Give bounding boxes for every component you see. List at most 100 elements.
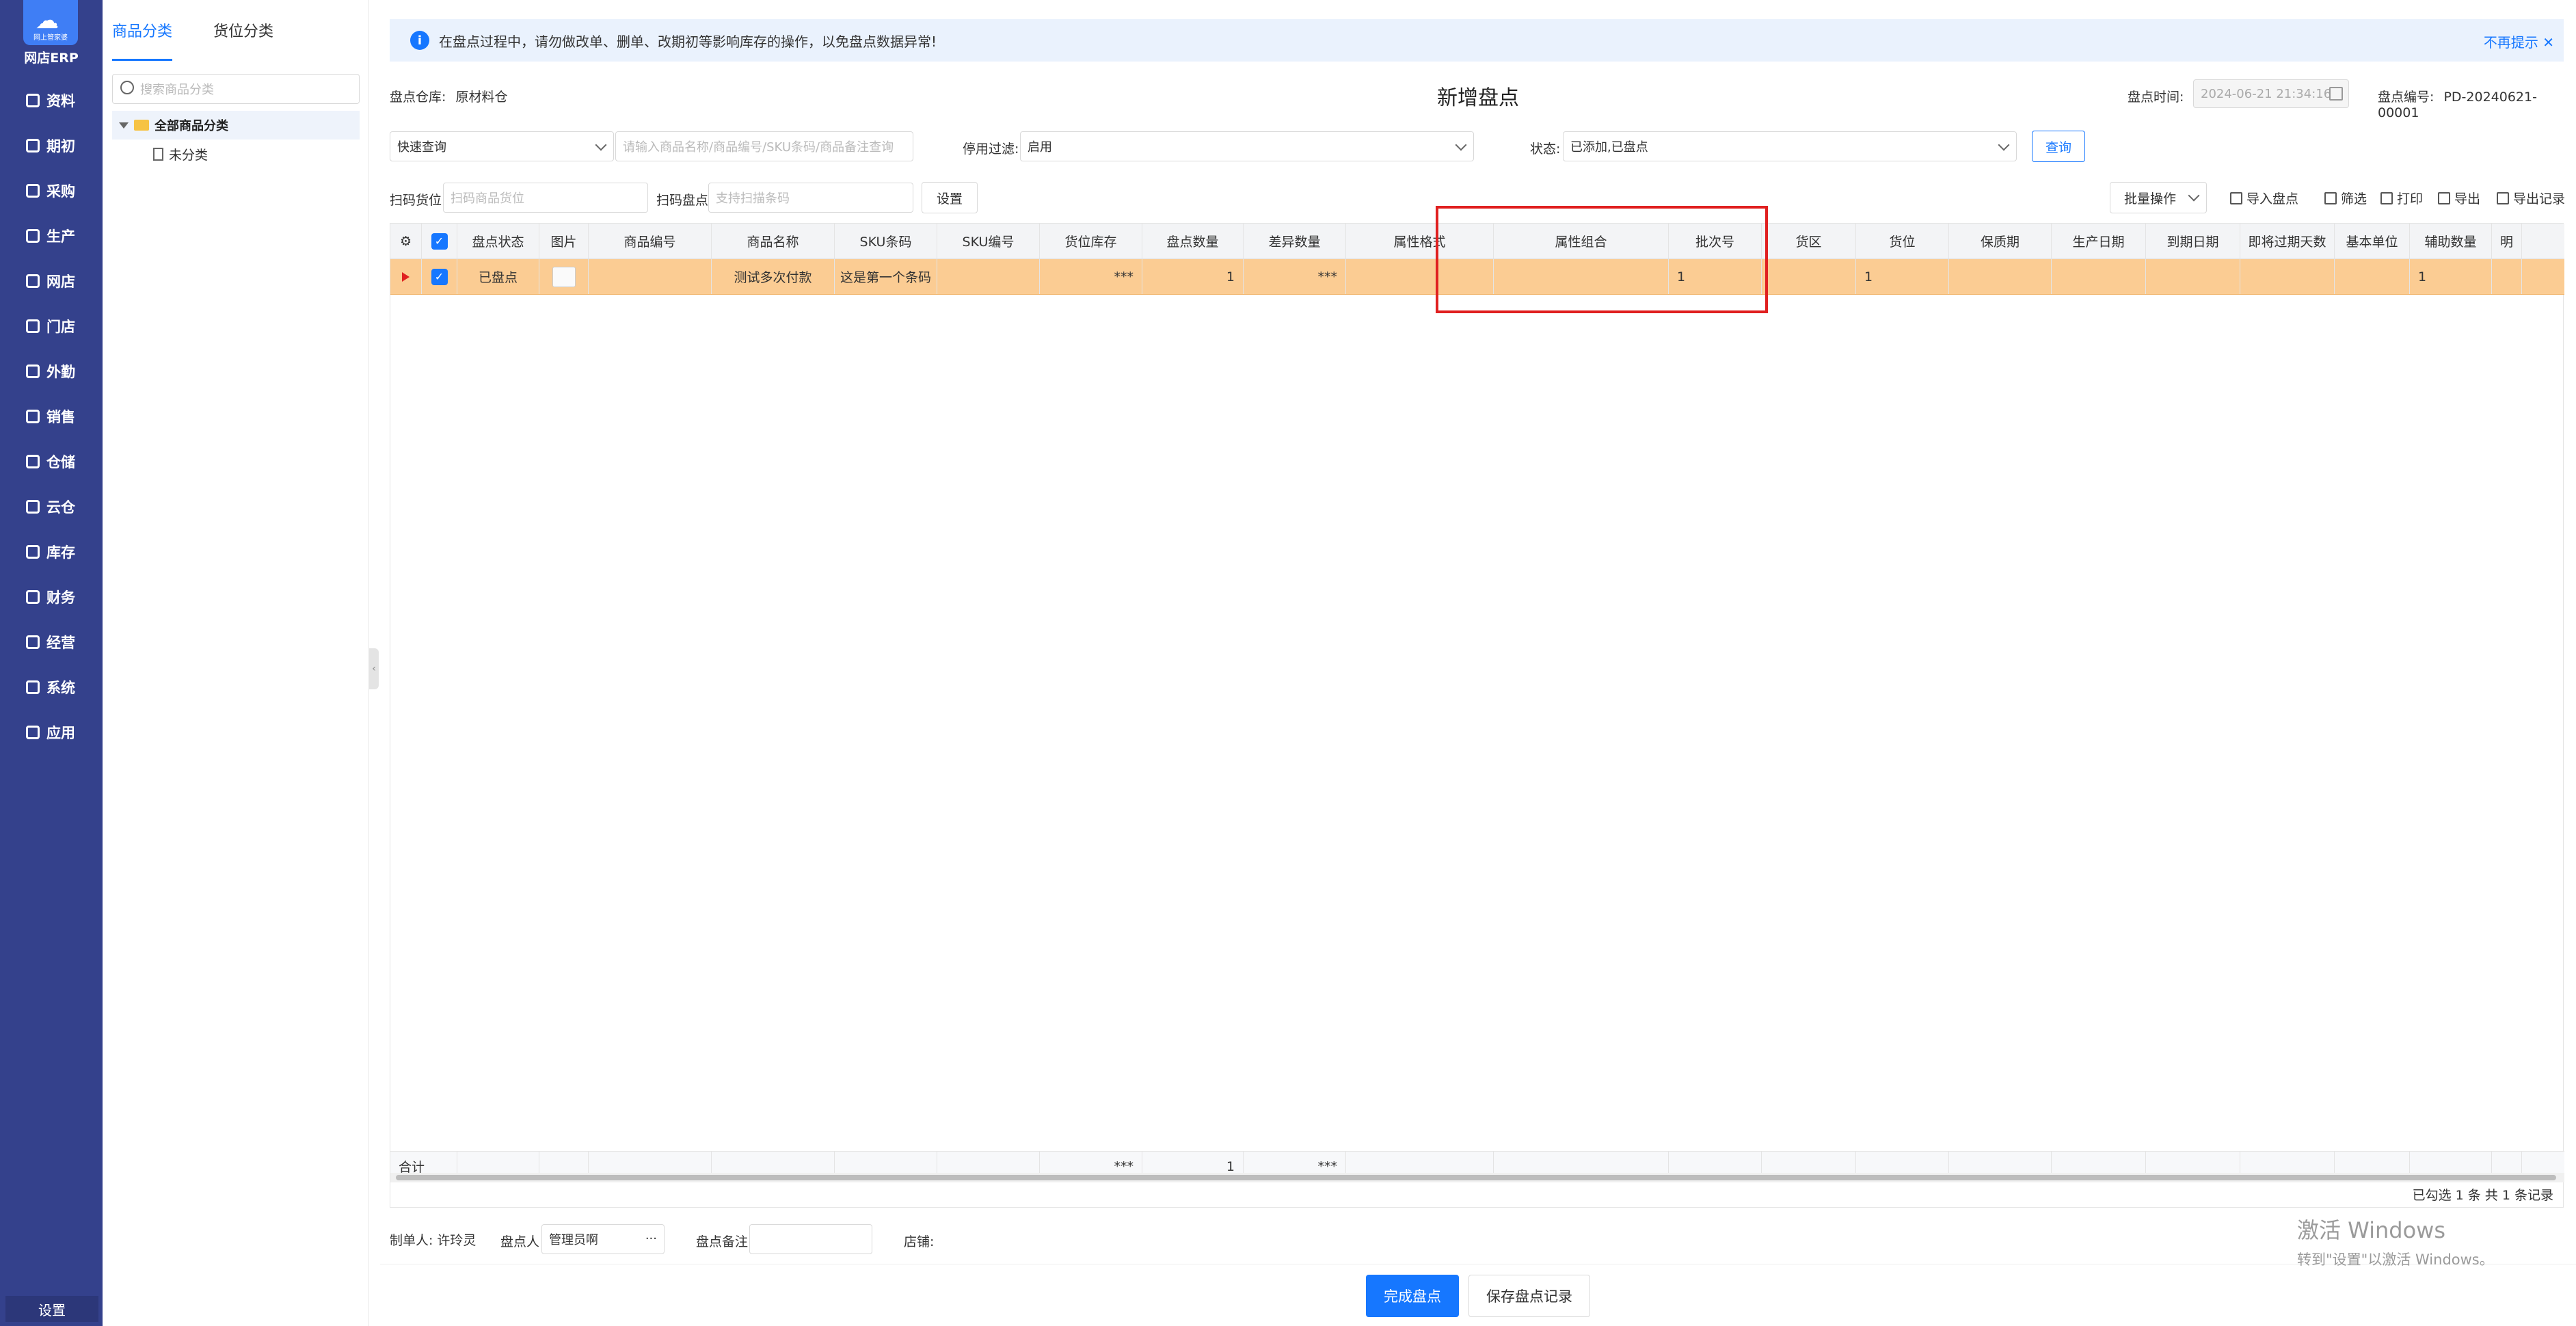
filter-button[interactable]: 筛选 — [2324, 189, 2367, 207]
query-button[interactable]: 查询 — [2032, 131, 2085, 162]
export-button[interactable]: 导出 — [2438, 189, 2480, 207]
calendar-icon — [2329, 87, 2343, 101]
column-header[interactable]: 生产日期 — [2052, 224, 2146, 258]
counter-input[interactable]: 管理员啊 ··· — [541, 1224, 665, 1254]
column-header[interactable]: 货位库存 — [1040, 224, 1142, 258]
chevron-down-icon — [2188, 189, 2200, 202]
sidebar-item-8[interactable]: 仓储 — [0, 446, 103, 477]
tab-product-category[interactable]: 商品分类 — [112, 19, 173, 61]
cell-produce-date[interactable] — [2052, 259, 2146, 294]
cell-aux-qty[interactable]: 1 — [2410, 259, 2492, 294]
sidebar-item-13[interactable]: 系统 — [0, 672, 103, 703]
cell-image[interactable] — [539, 259, 589, 294]
scrollbar-thumb[interactable] — [396, 1175, 2556, 1180]
batch-operation-dropdown[interactable]: 批量操作 — [2110, 182, 2207, 213]
column-header[interactable]: 保质期 — [1949, 224, 2052, 258]
sidebar-item-14[interactable]: 应用 — [0, 717, 103, 748]
info-icon: i — [410, 31, 429, 50]
column-header[interactable]: 货区 — [1762, 224, 1856, 258]
sidebar-item-0[interactable]: 资料 — [0, 85, 103, 116]
sidebar-item-6[interactable]: 外勤 — [0, 356, 103, 387]
cell-location[interactable]: 1 — [1856, 259, 1949, 294]
status-select[interactable]: 已添加,已盘点 — [1563, 131, 2017, 161]
column-header[interactable]: 货位 — [1856, 224, 1949, 258]
field-icon — [26, 364, 40, 378]
cell-count-qty[interactable]: 1 — [1142, 259, 1244, 294]
image-placeholder-icon[interactable] — [552, 266, 576, 287]
sidebar-item-11[interactable]: 财务 — [0, 581, 103, 613]
cell-base-unit[interactable] — [2335, 259, 2410, 294]
tab-location-category[interactable]: 货位分类 — [213, 19, 273, 61]
column-header[interactable]: 基本单位 — [2335, 224, 2410, 258]
cell-location-stock[interactable]: *** — [1040, 259, 1142, 294]
caret-down-icon[interactable] — [119, 122, 129, 129]
sidebar-item-4[interactable]: 网店 — [0, 265, 103, 297]
column-header[interactable]: 盘点数量 — [1142, 224, 1244, 258]
tree-node-all-categories[interactable]: 全部商品分类 — [112, 111, 360, 140]
cell-sku-code[interactable] — [937, 259, 1040, 294]
column-header[interactable]: 商品名称 — [712, 224, 835, 258]
export-records-button[interactable]: 导出记录 — [2497, 189, 2565, 207]
export-label: 导出 — [2454, 191, 2481, 207]
sidebar-settings-button[interactable]: 设置 — [5, 1296, 98, 1322]
cell-diff-qty[interactable]: *** — [1244, 259, 1346, 294]
cell-shelf-life[interactable] — [1949, 259, 2052, 294]
column-settings-gear-icon[interactable]: ⚙ — [390, 224, 422, 258]
cell-extra[interactable] — [2492, 259, 2522, 294]
tree-node-uncategorized[interactable]: 未分类 — [153, 145, 208, 163]
cell-expire-days[interactable] — [2240, 259, 2335, 294]
app-logo[interactable]: ☁ 网上管家婆 — [23, 0, 78, 45]
sidebar-item-9[interactable]: 云仓 — [0, 491, 103, 522]
checkbox-checked-icon[interactable]: ✓ — [431, 233, 448, 250]
horizontal-scrollbar[interactable] — [390, 1173, 2564, 1182]
app-name: 网店ERP — [24, 51, 79, 66]
column-header[interactable]: SKU编号 — [937, 224, 1040, 258]
product-search-input[interactable]: 请输入商品名称/商品编号/SKU条码/商品备注查询 — [615, 131, 913, 161]
sidebar-item-3[interactable]: 生产 — [0, 220, 103, 252]
save-count-record-button[interactable]: 保存盘点记录 — [1468, 1275, 1590, 1317]
column-header[interactable]: 商品编号 — [589, 224, 712, 258]
counter-label: 盘点人 — [500, 1234, 540, 1249]
column-header[interactable]: 图片 — [539, 224, 589, 258]
complete-count-button[interactable]: 完成盘点 — [1366, 1275, 1459, 1317]
cell-expire-date[interactable] — [2146, 259, 2240, 294]
quick-query-value: 快速查询 — [397, 140, 446, 155]
scan-settings-button[interactable]: 设置 — [922, 182, 978, 213]
more-icon[interactable]: ··· — [645, 1232, 657, 1246]
sidebar-item-label: 库存 — [46, 544, 75, 561]
sidebar-item-1[interactable]: 期初 — [0, 130, 103, 161]
column-header[interactable]: 明 — [2492, 224, 2522, 258]
sidebar-item-12[interactable]: 经营 — [0, 626, 103, 658]
sidebar-item-2[interactable]: 采购 — [0, 175, 103, 207]
column-header[interactable]: 到期日期 — [2146, 224, 2240, 258]
import-count-button[interactable]: 导入盘点 — [2230, 189, 2298, 207]
quick-query-select[interactable]: 快速查询 — [390, 131, 614, 161]
checkbox-checked-icon[interactable]: ✓ — [431, 268, 448, 285]
column-header[interactable]: SKU条码 — [835, 224, 937, 258]
category-search-input[interactable]: 搜索商品分类 — [112, 74, 360, 104]
disable-filter-select[interactable]: 启用 — [1020, 131, 1474, 161]
sidebar-item-10[interactable]: 库存 — [0, 536, 103, 568]
sidebar-item-7[interactable]: 销售 — [0, 401, 103, 432]
print-button[interactable]: 打印 — [2380, 189, 2423, 207]
cell-zone[interactable] — [1762, 259, 1856, 294]
remark-input[interactable] — [749, 1224, 872, 1254]
row-checkbox[interactable]: ✓ — [422, 259, 457, 294]
column-header[interactable]: 即将过期天数 — [2240, 224, 2335, 258]
windows-activation-watermark: 激活 Windows 转到"设置"以激活 Windows。 — [2297, 1213, 2494, 1269]
panel-collapse-handle[interactable]: ‹ — [369, 648, 379, 689]
cell-product-code[interactable] — [589, 259, 712, 294]
shop-icon — [26, 274, 40, 288]
cell-status[interactable]: 已盘点 — [457, 259, 539, 294]
cell-product-name[interactable]: 测试多次付款 — [712, 259, 835, 294]
column-header[interactable]: 盘点状态 — [457, 224, 539, 258]
column-header[interactable]: 辅助数量 — [2410, 224, 2492, 258]
scan-count-input[interactable]: 支持扫描条码 — [708, 183, 913, 213]
notice-dismiss-button[interactable]: 不再提示 ✕ — [2484, 31, 2554, 51]
filter-label: 筛选 — [2341, 191, 2367, 207]
scan-location-input[interactable]: 扫码商品货位 — [443, 183, 648, 213]
sidebar-item-5[interactable]: 门店 — [0, 310, 103, 342]
cell-sku-barcode[interactable]: 这是第一个条码 — [835, 259, 937, 294]
select-all-checkbox[interactable]: ✓ — [422, 224, 457, 258]
column-header[interactable]: 差异数量 — [1244, 224, 1346, 258]
